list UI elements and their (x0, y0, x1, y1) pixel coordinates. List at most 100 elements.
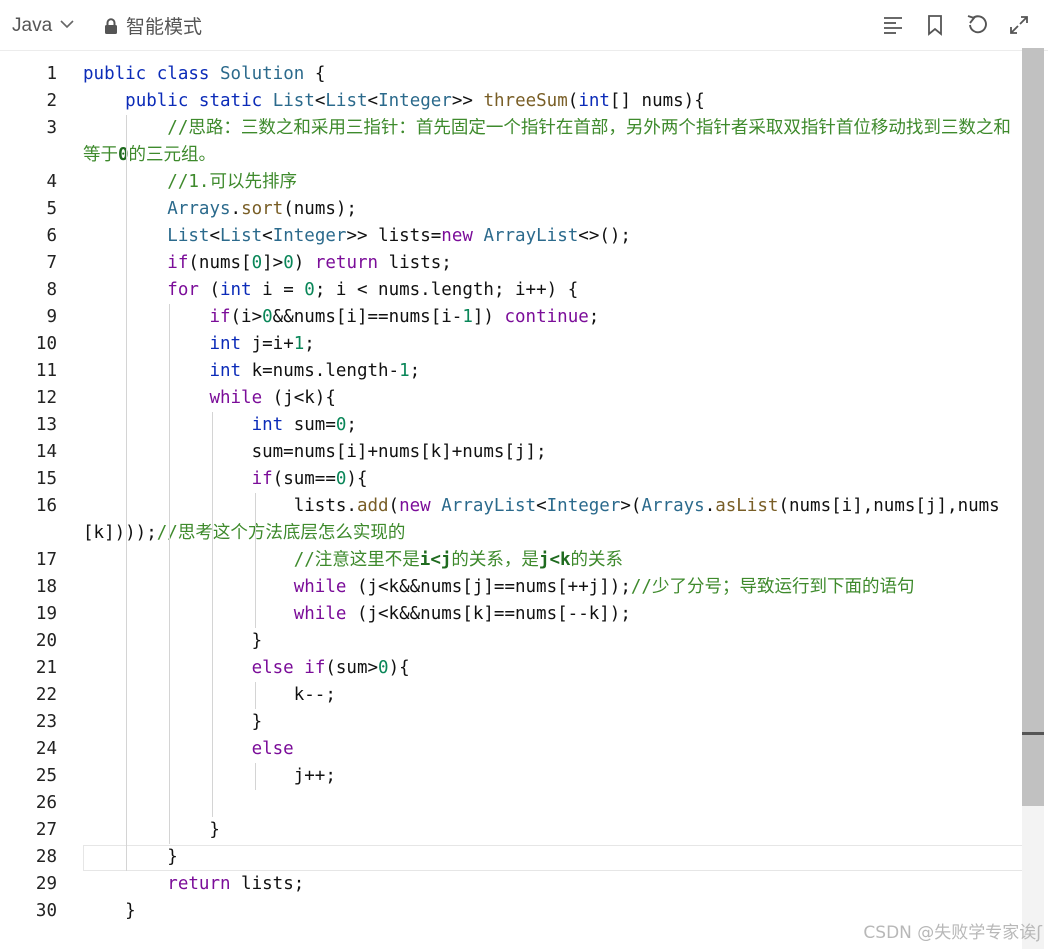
scrollbar-marker (1022, 732, 1044, 735)
line-number: 22 (35, 685, 57, 705)
code-editor[interactable]: 1 public class Solution { 2 public static … (0, 50, 1048, 949)
line-number: 14 (35, 442, 57, 462)
code-line[interactable]: 17 //注意这里不是i<j的关系，是j<k的关系 (0, 547, 1020, 574)
code-line[interactable]: 18 while (j<k&&nums[j]==nums[++j]);//少了分… (0, 574, 1020, 601)
code-line[interactable]: 15 if(sum==0){ (0, 466, 1020, 493)
code-line[interactable]: 1 public class Solution { (0, 61, 1020, 88)
line-number: 26 (35, 793, 57, 813)
line-number: 8 (46, 280, 57, 300)
code-line[interactable]: 19 while (j<k&&nums[k]==nums[--k]); (0, 601, 1020, 628)
undo-icon[interactable] (965, 13, 989, 37)
language-label: Java (12, 15, 53, 36)
code-line[interactable]: 23 } (0, 709, 1020, 736)
code-line[interactable]: 11 int k=nums.length-1; (0, 358, 1020, 385)
code-line[interactable]: 20 } (0, 628, 1020, 655)
code-text: if(i>0&&nums[i]==nums[i-1]) continue; (209, 307, 600, 327)
watermark: CSDN @失败学专家诶ʃ (863, 923, 1042, 943)
code-text: } (83, 631, 263, 651)
line-number: 17 (35, 550, 57, 570)
code-line[interactable]: 6 List<List<Integer>> lists=new ArrayLis… (0, 223, 1020, 250)
lock-icon (104, 18, 118, 40)
editor-toolbar: Java 智能模式 (0, 0, 1048, 51)
code-text: k--; (83, 685, 336, 705)
line-number: 25 (35, 766, 57, 786)
line-number: 28 (35, 847, 57, 867)
code-line[interactable]: 26 (0, 790, 1020, 817)
bookmark-icon[interactable] (923, 13, 947, 37)
line-number: 15 (35, 469, 57, 489)
code-text: List<List<Integer>> lists=new ArrayList<… (167, 226, 631, 246)
code-text: return lists; (167, 874, 305, 894)
line-number: 24 (35, 739, 57, 759)
code-line[interactable]: 9 if(i>0&&nums[i]==nums[i-1]) continue; (0, 304, 1020, 331)
line-number: 3 (46, 118, 57, 138)
code-line[interactable]: 22 k--; (0, 682, 1020, 709)
line-number: 4 (46, 172, 57, 192)
code-line[interactable]: 13 int sum=0; (0, 412, 1020, 439)
indent-guide (255, 682, 256, 709)
code-text: int sum=0; (251, 415, 357, 435)
line-number: 6 (46, 226, 57, 246)
code-line[interactable]: 12 while (j<k){ (0, 385, 1020, 412)
expand-icon[interactable] (1007, 13, 1031, 37)
smart-mode-indicator[interactable]: 智能模式 (104, 12, 202, 40)
scrollbar-thumb[interactable] (1022, 48, 1044, 806)
code-text: public class Solution { (83, 64, 326, 84)
code-line[interactable]: 2 public static List<List<Integer>> thre… (0, 88, 1020, 115)
line-number: 16 (35, 496, 57, 516)
code-text: while (j<k&&nums[j]==nums[++j]);//少了分号；导… (293, 577, 915, 597)
code-text: j++; (83, 766, 336, 786)
indent-guide (255, 763, 256, 790)
line-number: 7 (46, 253, 57, 273)
line-number: 21 (35, 658, 57, 678)
line-number: 20 (35, 631, 57, 651)
format-icon[interactable] (881, 13, 905, 37)
code-text: public static List<List<Integer>> threeS… (125, 91, 705, 111)
code-text: if(nums[0]>0) return lists; (167, 253, 452, 273)
code-line[interactable]: 16 lists.add(new ArrayList<Integer>(Arra… (0, 493, 1020, 547)
line-number: 2 (46, 91, 57, 111)
code-line[interactable]: 8 for (int i = 0; i < nums.length; i++) … (0, 277, 1020, 304)
line-number: 18 (35, 577, 57, 597)
code-line[interactable]: 10 int j=i+1; (0, 331, 1020, 358)
code-line[interactable]: 7 if(nums[0]>0) return lists; (0, 250, 1020, 277)
code-text: lists.add(new ArrayList<Integer>(Arrays.… (83, 496, 1000, 543)
code-text: //1.可以先排序 (167, 172, 297, 192)
mode-label: 智能模式 (126, 16, 203, 38)
line-number: 27 (35, 820, 57, 840)
line-number: 29 (35, 874, 57, 894)
code-line[interactable]: 5 Arrays.sort(nums); (0, 196, 1020, 223)
code-line[interactable]: 4 //1.可以先排序 (0, 169, 1020, 196)
line-number: 9 (46, 307, 57, 327)
line-number: 10 (35, 334, 57, 354)
line-number: 5 (46, 199, 57, 219)
line-number: 19 (35, 604, 57, 624)
line-number: 1 (46, 64, 57, 84)
code-line[interactable]: 29 return lists; (0, 871, 1020, 898)
indent-guide (212, 412, 213, 817)
code-line[interactable]: 14 sum=nums[i]+nums[k]+nums[j]; (0, 439, 1020, 466)
line-number: 12 (35, 388, 57, 408)
code-text: sum=nums[i]+nums[k]+nums[j]; (83, 442, 547, 462)
language-select[interactable]: Java (12, 13, 74, 37)
code-text: //思路：三数之和采用三指针：首先固定一个指针在首部，另外两个指针者采取双指针首… (83, 118, 1011, 165)
code-text: while (j<k){ (209, 388, 336, 408)
code-line[interactable]: 21 else if(sum>0){ (0, 655, 1020, 682)
code-text: int k=nums.length-1; (209, 361, 421, 381)
indent-guide (255, 493, 256, 628)
line-number: 13 (35, 415, 57, 435)
code-text: int j=i+1; (209, 334, 315, 354)
code-line[interactable]: 25 j++; (0, 763, 1020, 790)
code-text: //注意这里不是i<j的关系，是j<k的关系 (293, 550, 624, 570)
indent-guide (126, 115, 127, 871)
code-text: while (j<k&&nums[k]==nums[--k]); (293, 604, 631, 624)
code-text: else if(sum>0){ (251, 658, 410, 678)
code-line[interactable]: 28 } (0, 844, 1020, 871)
code-line[interactable]: 3 //思路：三数之和采用三指针：首先固定一个指针在首部，另外两个指针者采取双指… (0, 115, 1020, 169)
code-line[interactable]: 27 } (0, 817, 1020, 844)
code-text: else (251, 739, 294, 759)
line-number: 30 (35, 901, 57, 921)
code-text: Arrays.sort(nums); (167, 199, 357, 219)
code-line[interactable]: 24 else (0, 736, 1020, 763)
chevron-down-icon (60, 13, 74, 35)
